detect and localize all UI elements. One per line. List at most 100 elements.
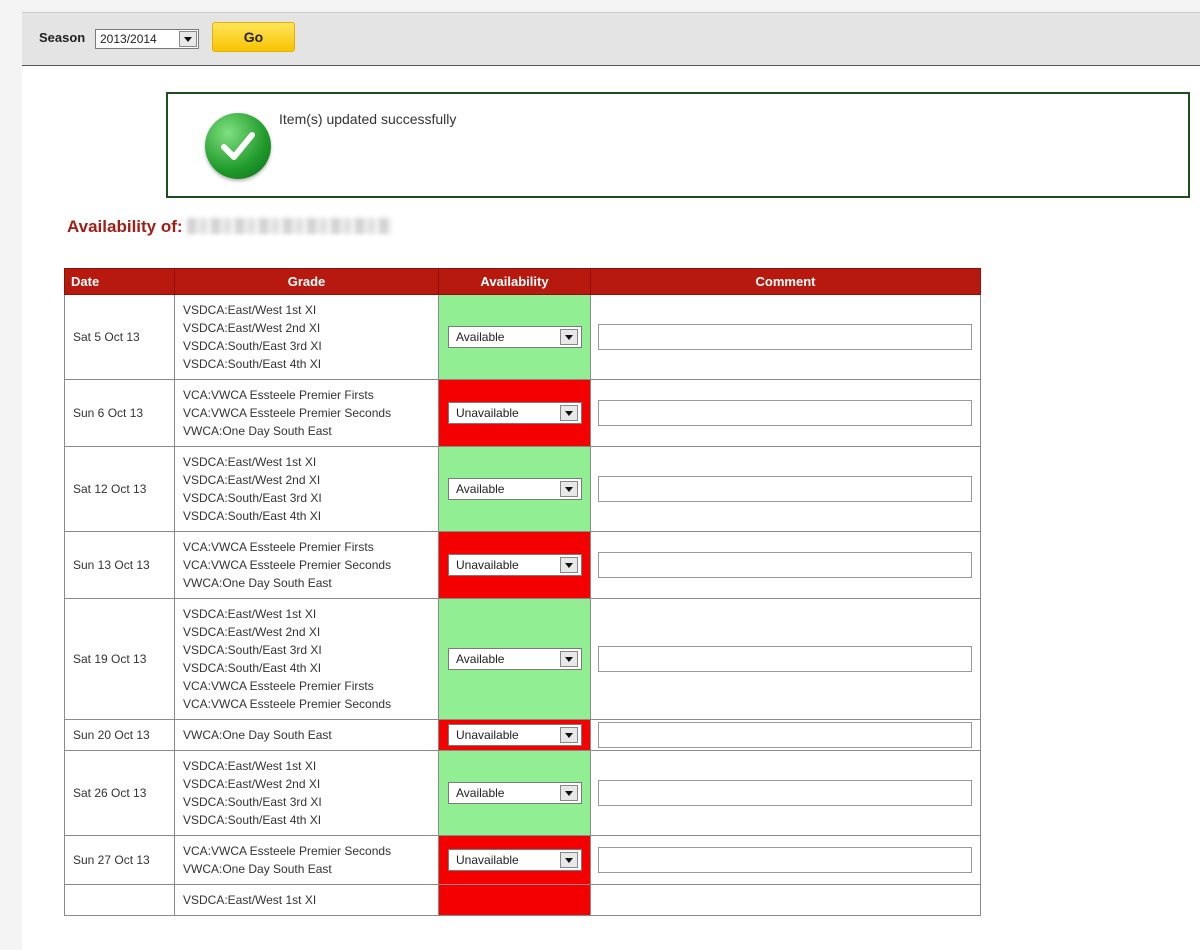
grade-line: VWCA:One Day South East	[183, 728, 332, 742]
chevron-down-icon[interactable]	[560, 481, 578, 497]
grade-line: VSDCA:East/West 2nd XI	[183, 473, 321, 487]
grade-line: VWCA:One Day South East	[183, 576, 332, 590]
grade-line: VSDCA:East/West 2nd XI	[183, 777, 321, 791]
redacted-player-name	[186, 218, 392, 234]
availability-select-value: Unavailable	[456, 558, 519, 572]
availability-cell	[438, 884, 591, 916]
date-cell: Sun 20 Oct 13	[64, 719, 175, 751]
chevron-down-icon[interactable]	[560, 852, 578, 868]
grade-line: VSDCA:South/East 3rd XI	[183, 491, 322, 505]
availability-cell: Unavailable	[438, 379, 591, 447]
grade-cell: VCA:VWCA Essteele Premier Firsts VCA:VWCA…	[174, 531, 439, 599]
availability-select-value: Unavailable	[456, 853, 519, 867]
date-column-header: Date	[64, 268, 175, 295]
chevron-down-icon[interactable]	[560, 785, 578, 801]
grade-cell: VCA:VWCA Essteele Premier Firsts VCA:VWCA…	[174, 379, 439, 447]
comment-cell	[590, 294, 981, 380]
grade-line: VSDCA:East/West 1st XI	[183, 759, 317, 773]
grade-line: VCA:VWCA Essteele Premier Seconds	[183, 558, 392, 572]
table-header-row: Date Grade Availability Comment	[64, 268, 981, 295]
availability-cell: Available	[438, 598, 591, 720]
chevron-down-icon[interactable]	[560, 557, 578, 573]
availability-cell: Available	[438, 294, 591, 380]
table-row: Sun 13 Oct 13 VCA:VWCA Essteele Premier F…	[64, 531, 981, 599]
grade-line: VWCA:One Day South East	[183, 424, 332, 438]
availability-heading: Availability of:	[67, 217, 392, 237]
availability-select[interactable]: Unavailable	[448, 849, 582, 871]
grade-line: VCA:VWCA Essteele Premier Firsts	[183, 679, 374, 693]
availability-select[interactable]: Available	[448, 782, 582, 804]
availability-cell: Unavailable	[438, 719, 591, 751]
go-button[interactable]: Go	[212, 22, 295, 52]
comment-input[interactable]	[598, 722, 972, 748]
grade-line: VCA:VWCA Essteele Premier Firsts	[183, 540, 374, 554]
comment-cell	[590, 884, 981, 916]
availability-table: Date Grade Availability Comment Sat 5 Oc…	[64, 268, 981, 916]
date-cell: Sun 6 Oct 13	[64, 379, 175, 447]
success-check-icon	[205, 113, 271, 179]
grade-line: VCA:VWCA Essteele Premier Seconds	[183, 697, 392, 711]
table-row: Sat 19 Oct 13 VSDCA:East/West 1st XI VSDCA…	[64, 598, 981, 720]
availability-select[interactable]: Available	[448, 478, 582, 500]
grade-cell: VSDCA:East/West 1st XI VSDCA:East/West 2n…	[174, 750, 439, 836]
availability-rows: Sat 5 Oct 13 VSDCA:East/West 1st XI VSDCA:…	[64, 294, 981, 916]
chevron-down-icon[interactable]	[179, 31, 197, 47]
availability-select-value: Available	[456, 652, 505, 666]
table-row: Sun 27 Oct 13 VCA:VWCA Essteele Premier S…	[64, 835, 981, 885]
grade-cell: VSDCA:East/West 1st XI	[174, 884, 439, 916]
table-row: VSDCA:East/West 1st XI	[64, 884, 981, 916]
grade-line: VSDCA:East/West 1st XI	[183, 303, 317, 317]
season-toolbar: Season 2013/2014 Go	[22, 12, 1200, 66]
date-cell: Sat 26 Oct 13	[64, 750, 175, 836]
chevron-down-icon[interactable]	[560, 727, 578, 743]
availability-select[interactable]: Available	[448, 326, 582, 348]
availability-select-value: Available	[456, 786, 505, 800]
availability-select[interactable]: Unavailable	[448, 724, 582, 746]
date-cell: Sat 19 Oct 13	[64, 598, 175, 720]
comment-column-header: Comment	[590, 268, 981, 295]
grade-line: VSDCA:South/East 4th XI	[183, 661, 322, 675]
grade-line: VSDCA:East/West 1st XI	[183, 893, 317, 907]
grade-line: VSDCA:South/East 3rd XI	[183, 795, 322, 809]
availability-heading-label: Availability of:	[67, 217, 183, 236]
comment-cell	[590, 750, 981, 836]
grade-line: VCA:VWCA Essteele Premier Seconds	[183, 844, 392, 858]
comment-input[interactable]	[598, 324, 972, 350]
comment-input[interactable]	[598, 847, 972, 873]
availability-select-value: Available	[456, 482, 505, 496]
availability-column-header: Availability	[438, 268, 591, 295]
grade-line: VCA:VWCA Essteele Premier Firsts	[183, 388, 374, 402]
chevron-down-icon[interactable]	[560, 329, 578, 345]
table-row: Sun 20 Oct 13 VWCA:One Day South East Unav…	[64, 719, 981, 751]
comment-input[interactable]	[598, 476, 972, 502]
grade-line: VSDCA:East/West 2nd XI	[183, 321, 321, 335]
availability-select[interactable]: Available	[448, 648, 582, 670]
comment-input[interactable]	[598, 400, 972, 426]
availability-cell: Unavailable	[438, 531, 591, 599]
availability-select-value: Available	[456, 330, 505, 344]
availability-select[interactable]: Unavailable	[448, 554, 582, 576]
chevron-down-icon[interactable]	[560, 405, 578, 421]
grade-line: VWCA:One Day South East	[183, 862, 332, 876]
grade-column-header: Grade	[174, 268, 439, 295]
comment-cell	[590, 531, 981, 599]
grade-line: VSDCA:South/East 3rd XI	[183, 339, 322, 353]
grade-line: VSDCA:East/West 1st XI	[183, 455, 317, 469]
table-row: Sat 26 Oct 13 VSDCA:East/West 1st XI VSDCA…	[64, 750, 981, 836]
availability-cell: Unavailable	[438, 835, 591, 885]
comment-input[interactable]	[598, 552, 972, 578]
comment-input[interactable]	[598, 646, 972, 672]
season-select[interactable]: 2013/2014	[95, 29, 199, 49]
availability-select[interactable]: Unavailable	[448, 402, 582, 424]
chevron-down-icon[interactable]	[560, 651, 578, 667]
comment-cell	[590, 598, 981, 720]
grade-cell: VSDCA:East/West 1st XI VSDCA:East/West 2n…	[174, 598, 439, 720]
season-label: Season	[39, 30, 86, 45]
grade-line: VSDCA:South/East 4th XI	[183, 509, 322, 523]
grade-line: VSDCA:South/East 3rd XI	[183, 643, 322, 657]
date-cell: Sat 12 Oct 13	[64, 446, 175, 532]
comment-input[interactable]	[598, 780, 972, 806]
comment-cell	[590, 835, 981, 885]
availability-select-value: Unavailable	[456, 728, 519, 742]
availability-cell: Available	[438, 750, 591, 836]
